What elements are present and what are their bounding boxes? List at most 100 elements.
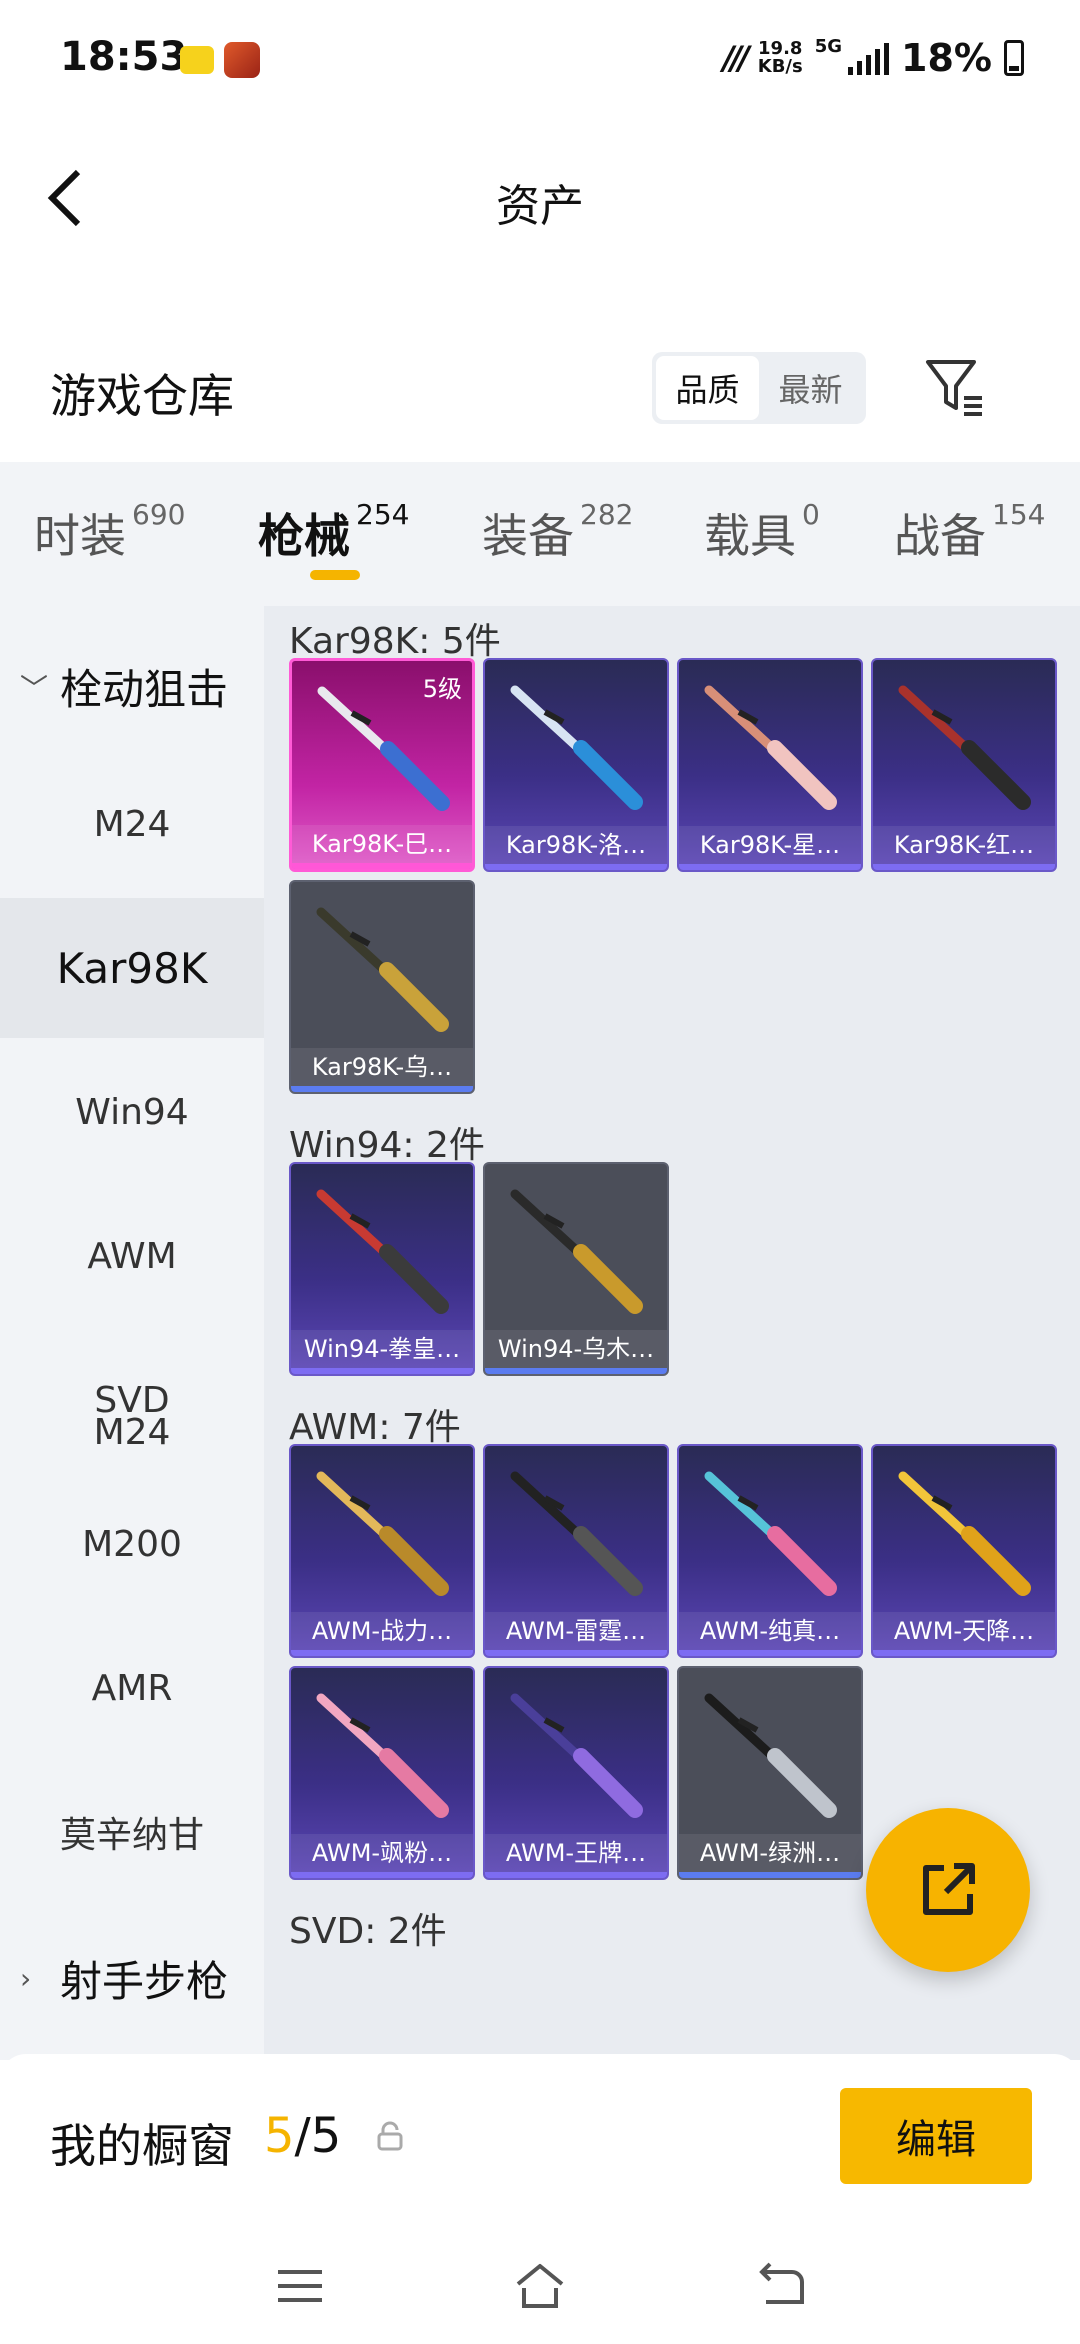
group-title: Win94: 2件 <box>289 1125 485 1166</box>
sort-toggle: 品质 最新 <box>652 352 866 424</box>
showcase-count: 5/5 <box>264 2108 341 2164</box>
sidebar-group-bolt-action[interactable]: ﹀ 栓动狙击 <box>20 656 228 717</box>
group-title: Kar98K: 5件 <box>289 621 501 662</box>
sidebar-item-m24[interactable]: M24 <box>0 754 264 894</box>
item-card[interactable]: Win94-拳皇… <box>289 1162 475 1376</box>
rarity-bar <box>292 863 472 869</box>
share-icon <box>923 1863 975 1915</box>
tab-vehicles[interactable]: 载具 0 <box>704 498 820 566</box>
tab-label: 装备 <box>482 509 574 563</box>
active-tab-indicator <box>310 570 360 580</box>
sidebar-item-svd[interactable]: SVD <box>0 1330 264 1470</box>
item-name: AWM-绿洲… <box>679 1834 861 1872</box>
item-card[interactable]: Kar98K-红… <box>871 658 1057 872</box>
item-card[interactable]: AWM-王牌… <box>483 1666 669 1880</box>
tab-fashion[interactable]: 时装 690 <box>34 498 186 566</box>
carrier-logo-icon: /// <box>722 39 750 77</box>
signal-icon <box>848 41 890 75</box>
tab-count: 254 <box>356 498 410 531</box>
rifle-icon <box>316 1693 449 1818</box>
item-name: AWM-纯真… <box>679 1612 861 1650</box>
item-card[interactable]: Kar98K-洛… <box>483 658 669 872</box>
showcase-current: 5 <box>264 2108 295 2164</box>
lock-icon <box>377 2121 403 2151</box>
sidebar-item-amr[interactable]: AMR <box>0 1618 264 1758</box>
rifle-icon <box>704 1693 837 1818</box>
rarity-bar <box>679 1650 861 1656</box>
item-card[interactable]: Kar98K-乌… <box>289 880 475 1094</box>
rarity-bar <box>291 1650 473 1656</box>
sidebar-item-kar98k[interactable]: Kar98K <box>0 898 264 1038</box>
item-name: Kar98K-星… <box>679 826 861 864</box>
tab-count: 690 <box>132 498 186 531</box>
rarity-bar <box>873 1650 1055 1656</box>
item-name: AWM-雷霆… <box>485 1612 667 1650</box>
notification-app-icon <box>180 46 214 74</box>
rifle-icon <box>510 1693 643 1818</box>
item-card[interactable]: AWM-绿洲… <box>677 1666 863 1880</box>
tab-guns[interactable]: 枪械 254 <box>258 498 410 566</box>
back-nav-icon[interactable] <box>752 2258 808 2314</box>
item-card[interactable]: AWM-飒粉… <box>289 1666 475 1880</box>
rifle-icon <box>316 1471 449 1596</box>
item-name: Win94-拳皇… <box>291 1330 473 1368</box>
filter-icon[interactable] <box>922 354 988 420</box>
tab-count: 154 <box>992 498 1046 531</box>
item-name: Kar98K-乌… <box>291 1048 473 1086</box>
battery-percent: 18% <box>901 36 992 80</box>
tab-supplies[interactable]: 战备 154 <box>894 498 1046 566</box>
chevron-right-icon: › <box>20 1962 32 1995</box>
item-name: Kar98K-洛… <box>485 826 667 864</box>
item-card[interactable]: AWM-纯真… <box>677 1444 863 1658</box>
status-indicators: /// 19.8 KB/s 5G 18% <box>723 36 1024 80</box>
status-bar: 18:53 /// 19.8 KB/s 5G 18% <box>0 0 1080 120</box>
warehouse-title: 游戏仓库 <box>50 369 234 423</box>
home-icon[interactable] <box>512 2258 568 2314</box>
page-title: 资产 <box>496 181 584 232</box>
share-button[interactable] <box>866 1808 1030 1972</box>
item-card[interactable]: Win94-乌木… <box>483 1162 669 1376</box>
rarity-bar <box>485 1368 667 1374</box>
sidebar-item-mosin-nagant[interactable]: 莫辛纳甘 <box>0 1762 264 1902</box>
showcase-separator: / <box>294 2108 311 2164</box>
rarity-bar <box>485 864 667 870</box>
sidebar-item-awm[interactable]: AWM <box>0 1186 264 1326</box>
sidebar-item-win94[interactable]: Win94 <box>0 1042 264 1182</box>
rifle-icon <box>898 1471 1031 1596</box>
item-card[interactable]: Kar98K-星… <box>677 658 863 872</box>
edit-button[interactable]: 编辑 <box>840 2088 1032 2184</box>
item-card[interactable]: AWM-战力… <box>289 1444 475 1658</box>
tab-label: 枪械 <box>258 509 350 563</box>
rifle-icon <box>510 685 643 810</box>
sort-quality-button[interactable]: 品质 <box>656 356 759 420</box>
tab-label: 载具 <box>704 509 796 563</box>
tab-equipment[interactable]: 装备 282 <box>482 498 634 566</box>
network-speed: 19.8 KB/s <box>758 40 803 76</box>
item-name: Kar98K-红… <box>873 826 1055 864</box>
sidebar-group-label: 射手步枪 <box>60 1957 229 2006</box>
rarity-bar <box>485 1650 667 1656</box>
item-card[interactable]: AWM-雷霆… <box>483 1444 669 1658</box>
rifle-icon <box>704 1471 837 1596</box>
item-card[interactable]: AWM-天降… <box>871 1444 1057 1658</box>
rifle-icon <box>316 907 449 1032</box>
rarity-bar <box>485 1872 667 1878</box>
item-name: AWM-飒粉… <box>291 1834 473 1872</box>
sort-newest-button[interactable]: 最新 <box>759 356 862 420</box>
item-card[interactable]: 5级 Kar98K-巳… <box>289 658 475 872</box>
item-level: 5级 <box>422 675 462 703</box>
rifle-icon <box>510 1189 643 1314</box>
sidebar-group-marksman[interactable]: › 射手步枪 <box>20 1948 228 2009</box>
rifle-icon <box>704 685 837 810</box>
chevron-down-icon: ﹀ <box>20 671 49 705</box>
sidebar-item-m200[interactable]: M200 <box>0 1474 264 1614</box>
rarity-bar <box>679 864 861 870</box>
rifle-icon <box>898 685 1031 810</box>
network-type: 5G <box>814 36 843 57</box>
sidebar-group-label: 栓动狙击 <box>60 665 229 714</box>
menu-icon[interactable] <box>272 2258 328 2314</box>
speed-unit: KB/s <box>757 56 803 77</box>
rifle-icon <box>316 1189 449 1314</box>
rarity-bar <box>873 864 1055 870</box>
tab-count: 282 <box>580 498 634 531</box>
